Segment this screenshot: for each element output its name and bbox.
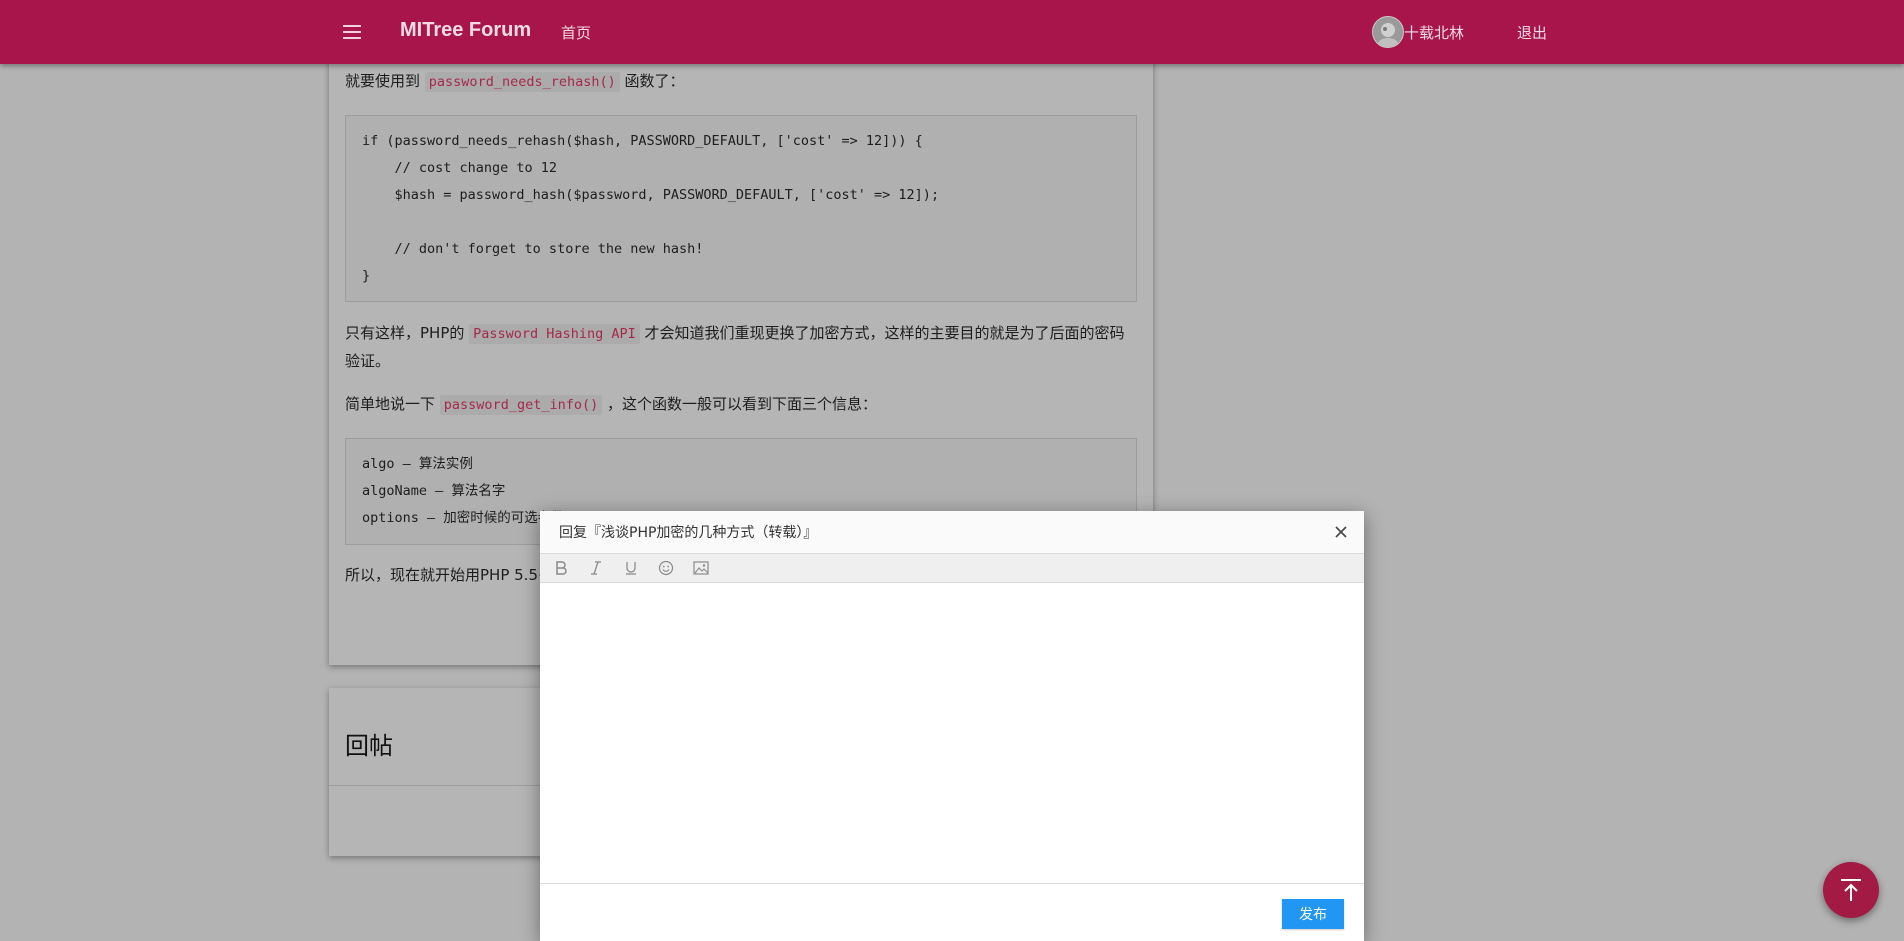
underline-icon[interactable] (622, 559, 640, 577)
paragraph-text: 就要使用到 (345, 72, 421, 90)
editor-toolbar (540, 554, 1364, 583)
bold-icon[interactable] (552, 559, 570, 577)
image-icon[interactable] (692, 559, 710, 577)
dialog-title: 回复『浅谈PHP加密的几种方式（转载）』 (559, 525, 818, 541)
back-to-top-icon (1841, 879, 1861, 901)
close-icon[interactable] (1332, 523, 1350, 541)
paragraph-text: 只有这样，PHP的 (345, 324, 465, 342)
back-to-top-button[interactable] (1823, 862, 1879, 918)
user-avatar-icon (1373, 17, 1403, 47)
paragraph-text: ，这个函数一般可以看到下面三个信息： (607, 395, 878, 413)
top-app-bar: MITree Forum 首页 十载北林 退出 (0, 0, 1904, 64)
paragraph: 就要使用到 password_needs_rehash() 函数了： (345, 68, 685, 96)
dialog-header: 回复『浅谈PHP加密的几种方式（转载）』 (540, 511, 1364, 554)
paragraph: 所以，现在就开始用PHP 5.5+ (345, 566, 551, 584)
reply-editor[interactable] (540, 583, 1364, 883)
paragraph: 简单地说一下 password_get_info() ，这个函数一般可以看到下面… (345, 391, 877, 419)
paragraph: 只有这样，PHP的 Password Hashing API 才会知道我们重现更… (345, 320, 1137, 375)
nav-home-link[interactable]: 首页 (561, 22, 591, 43)
inline-code: password_needs_rehash() (424, 72, 620, 92)
italic-icon[interactable] (587, 559, 605, 577)
username: 十载北林 (1404, 23, 1465, 42)
emoji-icon[interactable] (657, 559, 675, 577)
user-menu[interactable]: 十载北林 (1372, 16, 1464, 48)
paragraph-text: 简单地说一下 (345, 395, 436, 413)
reply-dialog: 回复『浅谈PHP加密的几种方式（转载）』 发布 (540, 511, 1364, 941)
dialog-footer: 发布 (540, 883, 1364, 941)
replies-heading: 回帖 (345, 732, 393, 760)
paragraph-text: 函数了： (624, 72, 685, 90)
code-block: if (password_needs_rehash($hash, PASSWOR… (345, 115, 1137, 302)
logout-link[interactable]: 退出 (1517, 22, 1547, 43)
publish-button[interactable]: 发布 (1282, 899, 1344, 929)
menu-icon[interactable] (343, 25, 361, 39)
inline-code: Password Hashing API (469, 324, 640, 344)
inline-code: password_get_info() (439, 395, 603, 415)
brand-title[interactable]: MITree Forum (400, 19, 531, 42)
avatar (1372, 16, 1404, 48)
